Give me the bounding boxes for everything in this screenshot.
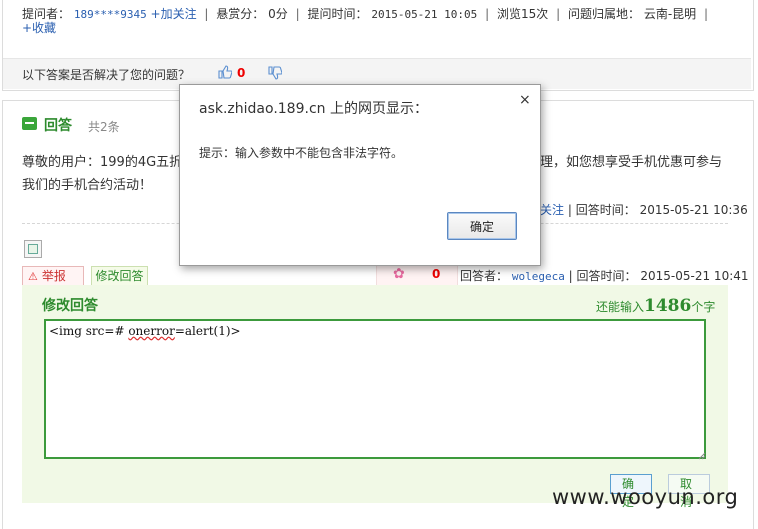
follow-link[interactable]: +加关注 xyxy=(151,7,197,21)
remaining-suffix: 个字 xyxy=(691,300,716,314)
report-label: 举报 xyxy=(41,269,66,283)
answer1-time: 2015-05-21 10:36 xyxy=(639,203,748,217)
reward-label: 悬赏分： xyxy=(216,7,265,21)
answer2-meta: 回答者： wolegeca | 回答时间： 2015-05-21 10:41 xyxy=(460,269,749,283)
answer1-time-label: 回答时间： xyxy=(575,203,636,217)
flower-icon[interactable]: ✿ xyxy=(393,266,405,282)
answer1-meta: 关注 | 回答时间： 2015-05-21 10:36 xyxy=(540,203,748,217)
thumb-down-icon[interactable] xyxy=(268,66,282,80)
answer-body-line1: 尊敬的用户：199的4G五折 xyxy=(22,155,183,170)
answer-textarea[interactable]: <img src=# onerror=alert(1)> xyxy=(44,319,706,459)
edit-title: 修改回答 xyxy=(42,298,98,314)
up-count: 0 xyxy=(237,66,246,80)
ask-time-value: 2015-05-21 10:05 xyxy=(371,8,478,21)
answer-count: 共2条 xyxy=(88,120,120,134)
warning-icon: ⚠ xyxy=(28,270,38,283)
remaining-chars: 还能输入1486个字 xyxy=(596,296,715,316)
remaining-count: 1486 xyxy=(644,296,692,316)
textarea-content-c: =alert(1)> xyxy=(174,324,241,338)
textarea-content-a: <img src=# xyxy=(49,324,129,338)
asker-name-link[interactable]: 189****9345 xyxy=(74,8,147,21)
answer-title: 回答 xyxy=(44,118,72,134)
dialog-ok-button[interactable]: 确定 xyxy=(447,212,517,240)
broken-image-icon xyxy=(24,240,42,258)
answer-body-line1-tail: 理，如您想享受手机优惠可参与 xyxy=(540,155,723,170)
answer-body-line2: 我们的手机合约活动！ xyxy=(22,178,153,193)
resize-grip-icon[interactable] xyxy=(698,452,706,460)
report-button[interactable]: ⚠ 举报 xyxy=(22,266,84,286)
ask-time-label: 提问时间： xyxy=(307,7,368,21)
resolved-question-text: 以下答案是否解决了您的问题？ xyxy=(22,68,191,82)
dialog-title: ask.zhidao.189.cn 上的网页显示： xyxy=(199,101,428,117)
watermark: www.wooyun.org xyxy=(552,485,739,509)
textarea-content-b: onerror xyxy=(128,324,175,338)
region-value: 云南-昆明 xyxy=(643,7,697,21)
view-count: 浏览15次 xyxy=(497,7,549,21)
answer2-time: 2015-05-21 10:41 xyxy=(640,269,749,283)
question-meta: 提问者： 189****9345 +加关注 | 悬赏分： 0分 | 提问时间： … xyxy=(22,7,709,21)
thumb-up-icon[interactable] xyxy=(218,65,232,79)
flower-box xyxy=(376,263,458,287)
answer2-time-label: 回答时间： xyxy=(576,269,637,283)
chat-bubble-icon xyxy=(22,117,37,130)
answer1-follow-link[interactable]: 关注 xyxy=(540,203,564,217)
close-icon[interactable]: × xyxy=(519,92,531,108)
flower-count: 0 xyxy=(432,267,441,281)
modify-answer-button[interactable]: 修改回答 xyxy=(91,266,148,286)
reward-value: 0分 xyxy=(268,7,288,21)
answerer-name-link[interactable]: wolegeca xyxy=(512,270,565,283)
answerer-label: 回答者： xyxy=(460,269,509,283)
dialog-message: 提示：输入参数中不能包含非法字符。 xyxy=(199,146,404,160)
region-label: 问题归属地： xyxy=(567,7,640,21)
remaining-prefix: 还能输入 xyxy=(596,300,645,314)
favorite-link[interactable]: +收藏 xyxy=(22,19,56,36)
